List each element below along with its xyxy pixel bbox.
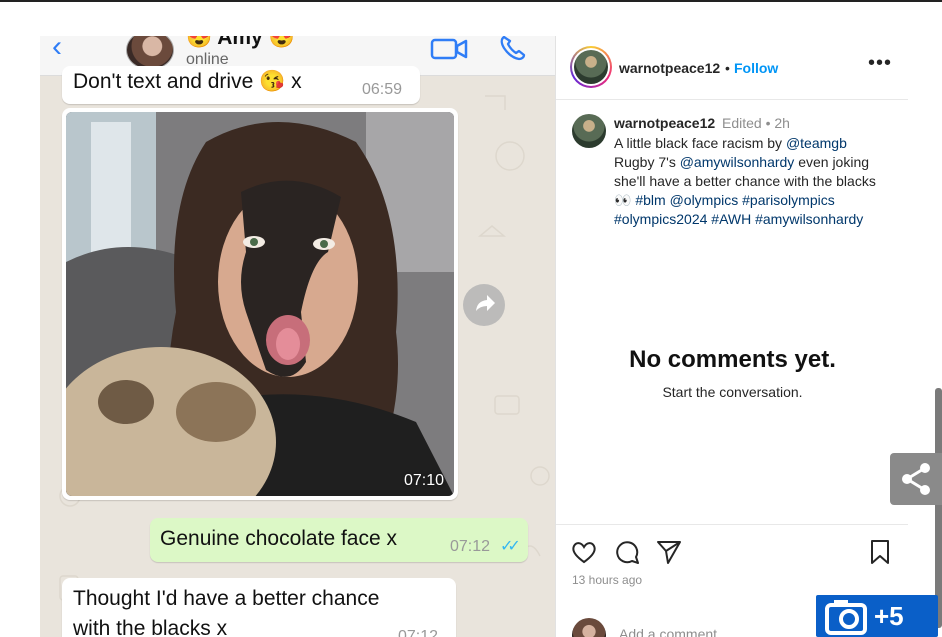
photo-message[interactable]: 07:10 — [62, 108, 458, 500]
hashtag-olympics2024[interactable]: #olympics2024 — [614, 211, 707, 227]
hashtag-awh[interactable]: #AWH — [711, 211, 751, 227]
caption-text: A little black face racism by @teamgb Ru… — [614, 134, 899, 229]
top-divider — [0, 0, 942, 2]
phone-call-icon[interactable] — [498, 36, 528, 62]
contact-avatar[interactable] — [126, 36, 174, 70]
like-heart-icon[interactable] — [570, 538, 598, 566]
add-comment-input[interactable]: Add a comment... — [619, 626, 729, 637]
user-avatar — [574, 50, 608, 84]
caption-segment: A little black face racism by — [614, 135, 786, 151]
no-comments-subtitle: Start the conversation. — [662, 384, 803, 400]
message-time: 07:12 — [398, 628, 439, 637]
outgoing-message[interactable]: Genuine chocolate face x 07:12 ✓✓ — [150, 518, 528, 562]
message-time: 07:12 — [450, 538, 491, 555]
back-chevron-icon[interactable]: ‹ — [52, 36, 72, 62]
follow-button[interactable]: Follow — [734, 60, 778, 76]
instagram-post-panel: warnotpeace12 • Follow ••• warnotpeace12… — [555, 36, 908, 637]
message-time: 06:59 — [362, 81, 403, 98]
message-text: Genuine chocolate face x — [160, 527, 397, 550]
screenshot-composite: ‹ 😍 Amy 😍 online Don't text and drive 😘 … — [40, 36, 908, 637]
message-text-line2: with the blacks x — [73, 617, 228, 637]
share-nodes-icon — [902, 463, 930, 495]
actions-divider — [556, 524, 908, 525]
caption-avatar[interactable] — [572, 114, 606, 148]
save-bookmark-icon[interactable] — [866, 538, 894, 566]
page-scrollbar[interactable] — [935, 388, 942, 628]
share-paper-plane-icon[interactable] — [655, 538, 683, 566]
incoming-message[interactable]: Don't text and drive 😘 x 06:59 — [62, 66, 420, 104]
caption-emoji: 👀 — [614, 192, 636, 208]
caption-segment: she'll have a better chance with the bla… — [614, 173, 876, 189]
post-header: warnotpeace12 • Follow ••• — [556, 36, 908, 100]
message-text-line1: Thought I'd have a better chance — [73, 587, 380, 610]
selfie-photo[interactable]: 07:10 — [66, 112, 454, 496]
video-call-icon[interactable] — [430, 38, 468, 60]
gallery-count: +5 — [874, 601, 904, 631]
no-comments-title: No comments yet. — [629, 346, 836, 373]
post-username[interactable]: warnotpeace12 — [619, 60, 720, 76]
mention-amywilsonhardy[interactable]: @amywilsonhardy — [680, 154, 795, 170]
message-text: Don't text and drive 😘 x — [73, 70, 302, 93]
mention-teamgb[interactable]: @teamgb — [786, 135, 847, 151]
whatsapp-chat: ‹ 😍 Amy 😍 online Don't text and drive 😘 … — [40, 36, 555, 637]
share-button[interactable] — [890, 453, 942, 505]
caption-segment: even joking — [794, 154, 870, 170]
viewer-avatar — [572, 618, 606, 637]
forward-button[interactable] — [463, 284, 505, 326]
caption-username[interactable]: warnotpeace12 — [614, 115, 715, 131]
forward-arrow-icon — [476, 295, 495, 311]
photo-time: 07:10 — [403, 472, 444, 489]
story-ring-avatar[interactable] — [570, 46, 612, 88]
comment-bubble-icon[interactable] — [613, 538, 641, 566]
contact-name[interactable]: 😍 Amy 😍 — [186, 36, 295, 50]
caption-segment: Rugby 7's — [614, 154, 680, 170]
camera-icon — [825, 600, 867, 635]
post-time-ago: 13 hours ago — [572, 573, 643, 587]
read-receipt-icon: ✓✓ — [500, 538, 521, 555]
selfie-photo-illustration — [66, 112, 454, 496]
incoming-message[interactable]: Thought I'd have a better chance with th… — [62, 578, 456, 637]
hashtag-parisolympics[interactable]: #parisolympics — [742, 192, 835, 208]
hashtag-blm[interactable]: #blm — [635, 192, 665, 208]
photo-gallery-button[interactable]: +5 — [816, 595, 938, 637]
separator-dot: • — [725, 60, 730, 76]
caption-meta: Edited • 2h — [722, 115, 790, 131]
mention-olympics[interactable]: @olympics — [670, 192, 739, 208]
hashtag-amywilsonhardy[interactable]: #amywilsonhardy — [755, 211, 863, 227]
more-options-icon[interactable]: ••• — [868, 52, 892, 75]
